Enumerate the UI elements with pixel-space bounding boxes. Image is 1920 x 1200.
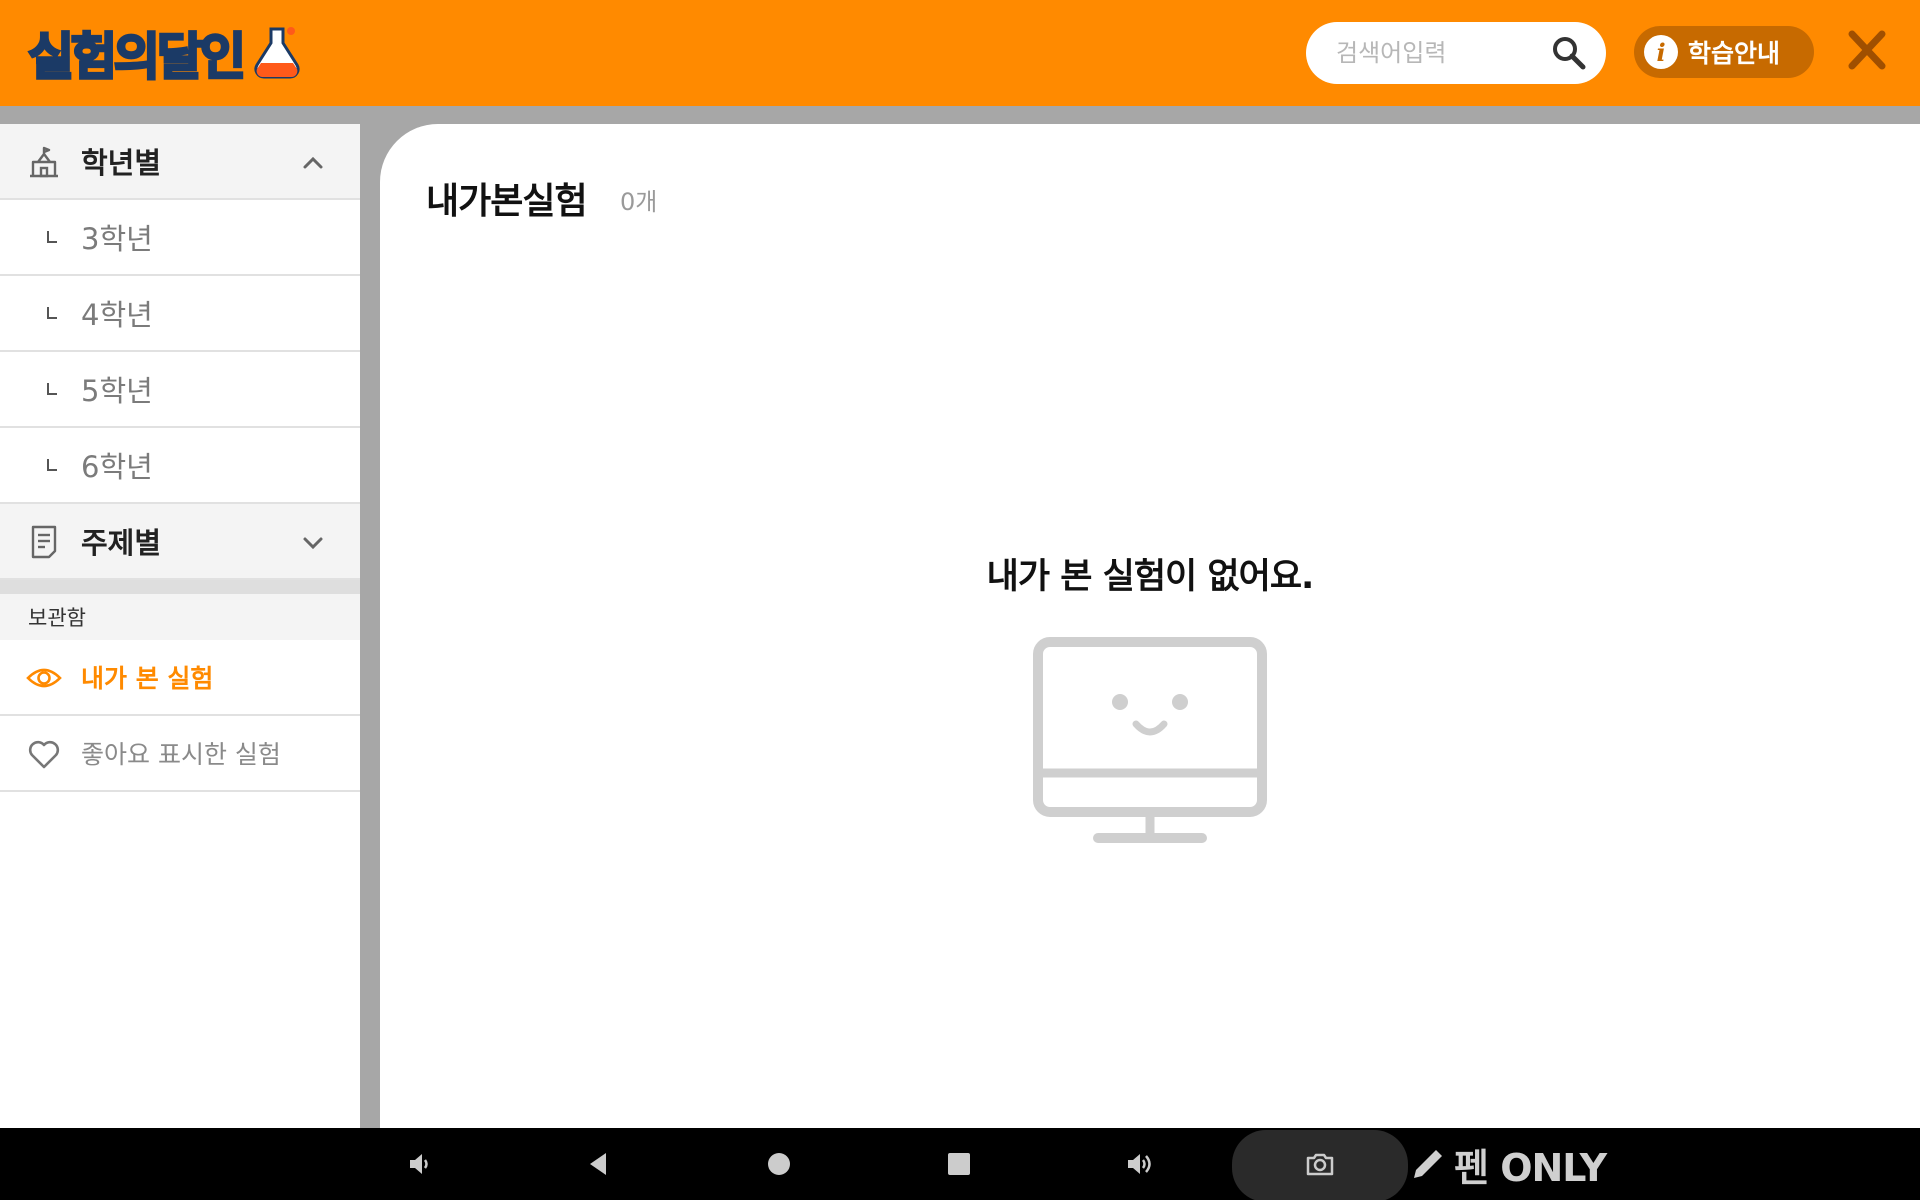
page-title: 내가본실험 (426, 181, 588, 222)
empty-state-message: 내가 본 실험이 없어요. (986, 557, 1315, 597)
search-icon[interactable] (1550, 34, 1588, 72)
sidebar-group-grade-label: 학년별 (81, 146, 162, 180)
sidebar-item-label: 3학년 (81, 222, 153, 256)
volume-down-button[interactable] (383, 1128, 455, 1200)
sidebar-item-grade-4[interactable]: 4학년 (0, 276, 360, 352)
recents-icon (948, 1153, 970, 1175)
pencil-icon (1414, 1150, 1442, 1178)
info-icon: i (1644, 35, 1678, 69)
document-icon (31, 525, 57, 559)
sidebar-item-viewed-experiments[interactable]: 내가 본 실험 (0, 640, 360, 716)
branch-icon (47, 459, 57, 471)
pen-only-toggle[interactable]: 펜 ONLY (1408, 1138, 1607, 1190)
sidebar-item-label: 내가 본 실험 (81, 664, 214, 693)
sidebar-group-grade[interactable]: 학년별 (0, 124, 360, 200)
system-nav-bar: 펜 ONLY (0, 1128, 1920, 1200)
branch-icon (47, 307, 57, 319)
volume-down-icon (410, 1154, 428, 1174)
school-icon (30, 146, 58, 178)
sidebar-item-label: 좋아요 표시한 실험 (81, 740, 281, 769)
learning-guide-label: 학습안내 (1688, 39, 1781, 68)
back-icon (590, 1153, 606, 1175)
main-panel: 내가본실험 0개 내가 본 실험이 없어요. (380, 124, 1920, 1128)
item-count: 0개 (620, 188, 658, 216)
sidebar-item-label: 5학년 (81, 374, 153, 408)
sidebar-item-liked-experiments[interactable]: 좋아요 표시한 실험 (0, 716, 360, 792)
monitor-smile-icon (1033, 637, 1267, 843)
sidebar-group-topic-label: 주제별 (81, 526, 162, 560)
sidebar-divider (0, 580, 360, 594)
sidebar: 학년별 3학년 4학년 5학년 6학년 주제별 보관함 내가 본 실험 좋아요 … (0, 124, 360, 1128)
recents-button[interactable] (923, 1128, 995, 1200)
flask-icon (254, 27, 300, 79)
sidebar-item-grade-6[interactable]: 6학년 (0, 428, 360, 504)
close-icon[interactable] (1842, 24, 1892, 76)
sidebar-item-label: 6학년 (81, 450, 153, 484)
heart-icon (28, 740, 60, 769)
logo-text: 실험의달인 (27, 27, 248, 88)
volume-up-icon (1128, 1154, 1151, 1174)
screenshot-button[interactable] (1284, 1128, 1356, 1200)
sidebar-item-label: 4학년 (81, 298, 153, 332)
sidebar-group-topic[interactable]: 주제별 (0, 504, 360, 580)
chevron-up-icon[interactable] (302, 152, 324, 174)
home-icon (768, 1153, 790, 1175)
back-button[interactable] (563, 1128, 635, 1200)
storage-section-title: 보관함 (0, 594, 360, 640)
eye-icon (26, 668, 62, 688)
sidebar-item-grade-5[interactable]: 5학년 (0, 352, 360, 428)
pen-only-label: 펜 ONLY (1454, 1145, 1607, 1190)
sidebar-item-grade-3[interactable]: 3학년 (0, 200, 360, 276)
app-logo[interactable]: 실험의달인 (27, 14, 307, 92)
search-box[interactable] (1306, 22, 1606, 84)
search-input[interactable] (1336, 39, 1536, 67)
home-button[interactable] (743, 1128, 815, 1200)
volume-up-button[interactable] (1103, 1128, 1175, 1200)
branch-icon (47, 231, 57, 243)
chevron-down-icon[interactable] (302, 532, 324, 554)
branch-icon (47, 383, 57, 395)
learning-guide-button[interactable]: i 학습안내 (1634, 26, 1814, 78)
top-header: 실험의달인 i 학습안내 (0, 0, 1920, 106)
camera-icon (1306, 1153, 1334, 1176)
